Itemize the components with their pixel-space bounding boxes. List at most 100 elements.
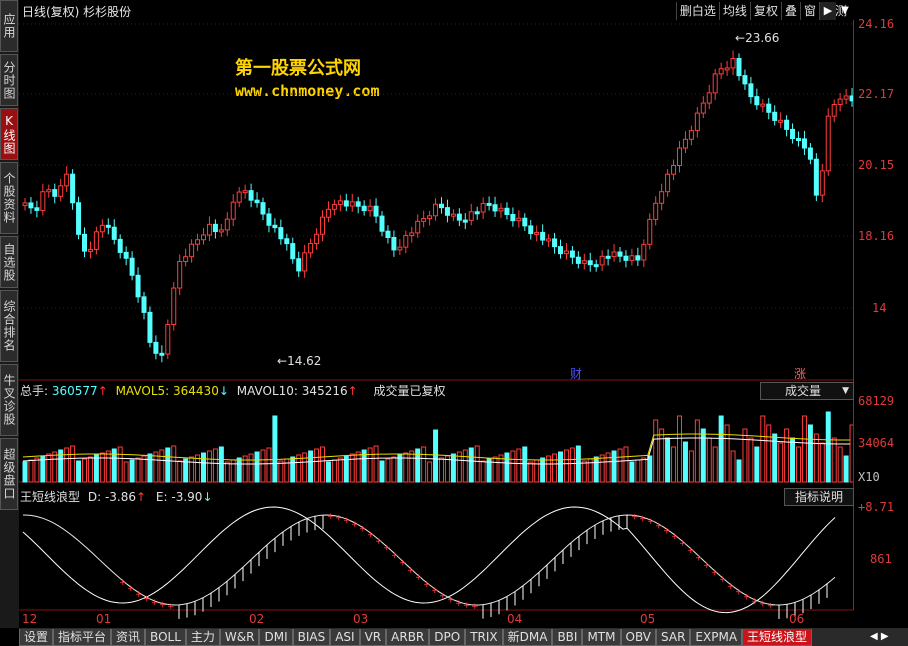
- indicator-tab-bar: 设置 指标平台 资讯 BOLL 主力 W&R DMI BIAS ASI VR ARBR DPO TRIX…: [19, 628, 908, 646]
- chart-title: 日线(复权) 杉杉股份: [22, 5, 132, 19]
- indicator-help-button[interactable]: 指标说明: [784, 488, 854, 506]
- tab-9[interactable]: VR: [359, 629, 387, 646]
- tab-5[interactable]: W&R: [219, 629, 260, 646]
- left-tab-6[interactable]: 牛叉诊股: [0, 364, 18, 436]
- svg-text:+: +: [695, 553, 703, 563]
- svg-text:+: +: [343, 516, 351, 526]
- svg-text:+: +: [687, 546, 695, 556]
- tab-4[interactable]: 主力: [185, 629, 220, 646]
- toolbar-button-0[interactable]: 删白选: [675, 2, 719, 20]
- x-tick: 06: [789, 612, 805, 626]
- svg-text:+: +: [391, 551, 399, 561]
- svg-text:+: +: [471, 602, 479, 612]
- volume-legend: 总手: 360577↑ MAVOL5: 364430↓ MAVOL10: 345…: [20, 384, 446, 398]
- toolbar-button-3[interactable]: 叠: [780, 2, 800, 20]
- svg-text:+: +: [639, 514, 647, 524]
- svg-text:+: +: [711, 568, 719, 578]
- tab-3[interactable]: BOLL: [145, 629, 186, 646]
- chevron-down-icon[interactable]: ▼: [838, 2, 852, 20]
- tab-14[interactable]: BBI: [552, 629, 583, 646]
- x-tick: 02: [249, 612, 265, 626]
- indicator-lines: +++ + + + ++ + + + +++++++++++ + + + ++ + + +++++++++++…: [22, 506, 836, 619]
- price-tick: 14: [872, 301, 887, 315]
- chevron-down-icon: ▼: [842, 386, 849, 396]
- tab-11[interactable]: DPO: [429, 629, 466, 646]
- indicator-tick: +8.71: [858, 500, 895, 514]
- svg-text:+: +: [135, 590, 143, 600]
- svg-text:+: +: [655, 521, 663, 531]
- svg-text:+: +: [407, 566, 415, 576]
- svg-text:+: +: [423, 580, 431, 590]
- left-tab-1[interactable]: 分时图: [0, 54, 18, 106]
- tab-10[interactable]: ARBR: [386, 629, 430, 646]
- svg-text:+: +: [431, 586, 439, 596]
- svg-text:+: +: [167, 602, 175, 612]
- tab-19[interactable]: 王短线浪型: [742, 629, 813, 646]
- tab-8[interactable]: ASI: [330, 629, 360, 646]
- left-tab-7[interactable]: 超级盘口: [0, 438, 18, 510]
- svg-text:+: +: [383, 544, 391, 554]
- toolbar-button-1[interactable]: 均线: [718, 2, 750, 20]
- svg-text:+: +: [751, 597, 759, 607]
- tab-0[interactable]: 设置: [19, 629, 54, 646]
- left-tab-bar: 应用分时图 K线图个股资料自选股综合排名牛叉诊股超级盘口: [0, 0, 19, 628]
- svg-text:+: +: [159, 601, 167, 611]
- x-tick: 03: [353, 612, 369, 626]
- tab-15[interactable]: MTM: [582, 629, 621, 646]
- svg-text:+: +: [727, 582, 735, 592]
- toolbar-button-2[interactable]: 复权: [749, 2, 781, 20]
- svg-text:+: +: [455, 599, 463, 609]
- svg-text:+: +: [743, 593, 751, 603]
- left-tab-0[interactable]: 应用: [0, 0, 18, 52]
- tab-18[interactable]: EXPMA: [690, 629, 743, 646]
- svg-text:+: +: [367, 530, 375, 540]
- left-tab-3[interactable]: 个股资料: [0, 162, 18, 234]
- svg-text:+: +: [359, 525, 367, 535]
- tab-13[interactable]: 新DMA: [502, 629, 553, 646]
- x-tick: 12: [22, 612, 38, 626]
- volume-selector[interactable]: 成交量 ▼: [760, 382, 854, 400]
- svg-text:+: +: [759, 600, 767, 610]
- toolbar-button-4[interactable]: 窗: [799, 2, 819, 20]
- left-tab-4[interactable]: 自选股: [0, 236, 18, 288]
- svg-text:+: +: [663, 526, 671, 536]
- candlestick-series: [22, 50, 854, 363]
- svg-text:+: +: [463, 601, 471, 611]
- svg-text:+: +: [351, 520, 359, 530]
- svg-text:+: +: [703, 561, 711, 571]
- indicator-tick: 861: [870, 552, 892, 566]
- tab-17[interactable]: SAR: [656, 629, 691, 646]
- svg-text:+: +: [327, 512, 335, 522]
- high-price-label: ←23.66: [735, 31, 780, 45]
- svg-text:+: +: [631, 513, 639, 523]
- tab-1[interactable]: 指标平台: [53, 629, 112, 646]
- left-tab-2[interactable]: K线图: [0, 108, 18, 160]
- svg-text:+: +: [119, 578, 127, 588]
- tab-2[interactable]: 资讯: [111, 629, 146, 646]
- x-tick: 01: [96, 612, 112, 626]
- volume-tick: 68129: [858, 394, 895, 408]
- x-tick: 04: [507, 612, 523, 626]
- price-tick: 24.16: [858, 17, 895, 31]
- svg-text:+: +: [415, 573, 423, 583]
- svg-text:+: +: [719, 575, 727, 585]
- svg-text:+: +: [647, 517, 655, 527]
- left-tab-5[interactable]: 综合排名: [0, 290, 18, 362]
- svg-text:+: +: [375, 537, 383, 547]
- x-tick: 05: [640, 612, 656, 626]
- tab-scroll-icons[interactable]: ◀ ▶: [870, 629, 906, 645]
- price-tick: 18.16: [858, 229, 895, 243]
- rise-marker[interactable]: 涨: [794, 365, 806, 382]
- svg-text:+: +: [679, 539, 687, 549]
- volume-scale: X10: [858, 470, 880, 484]
- svg-text:+: +: [399, 559, 407, 569]
- finance-marker[interactable]: 财: [570, 365, 582, 382]
- tab-16[interactable]: OBV: [620, 629, 657, 646]
- play-icon[interactable]: ▶: [820, 2, 836, 20]
- svg-text:+: +: [735, 588, 743, 598]
- tab-6[interactable]: DMI: [259, 629, 293, 646]
- chart-canvas[interactable]: +++ + + + ++ + + + +++++++++++ + + + ++ + + +++++++++++…: [19, 20, 854, 628]
- svg-text:+: +: [767, 601, 775, 611]
- tab-7[interactable]: BIAS: [292, 629, 331, 646]
- tab-12[interactable]: TRIX: [465, 629, 503, 646]
